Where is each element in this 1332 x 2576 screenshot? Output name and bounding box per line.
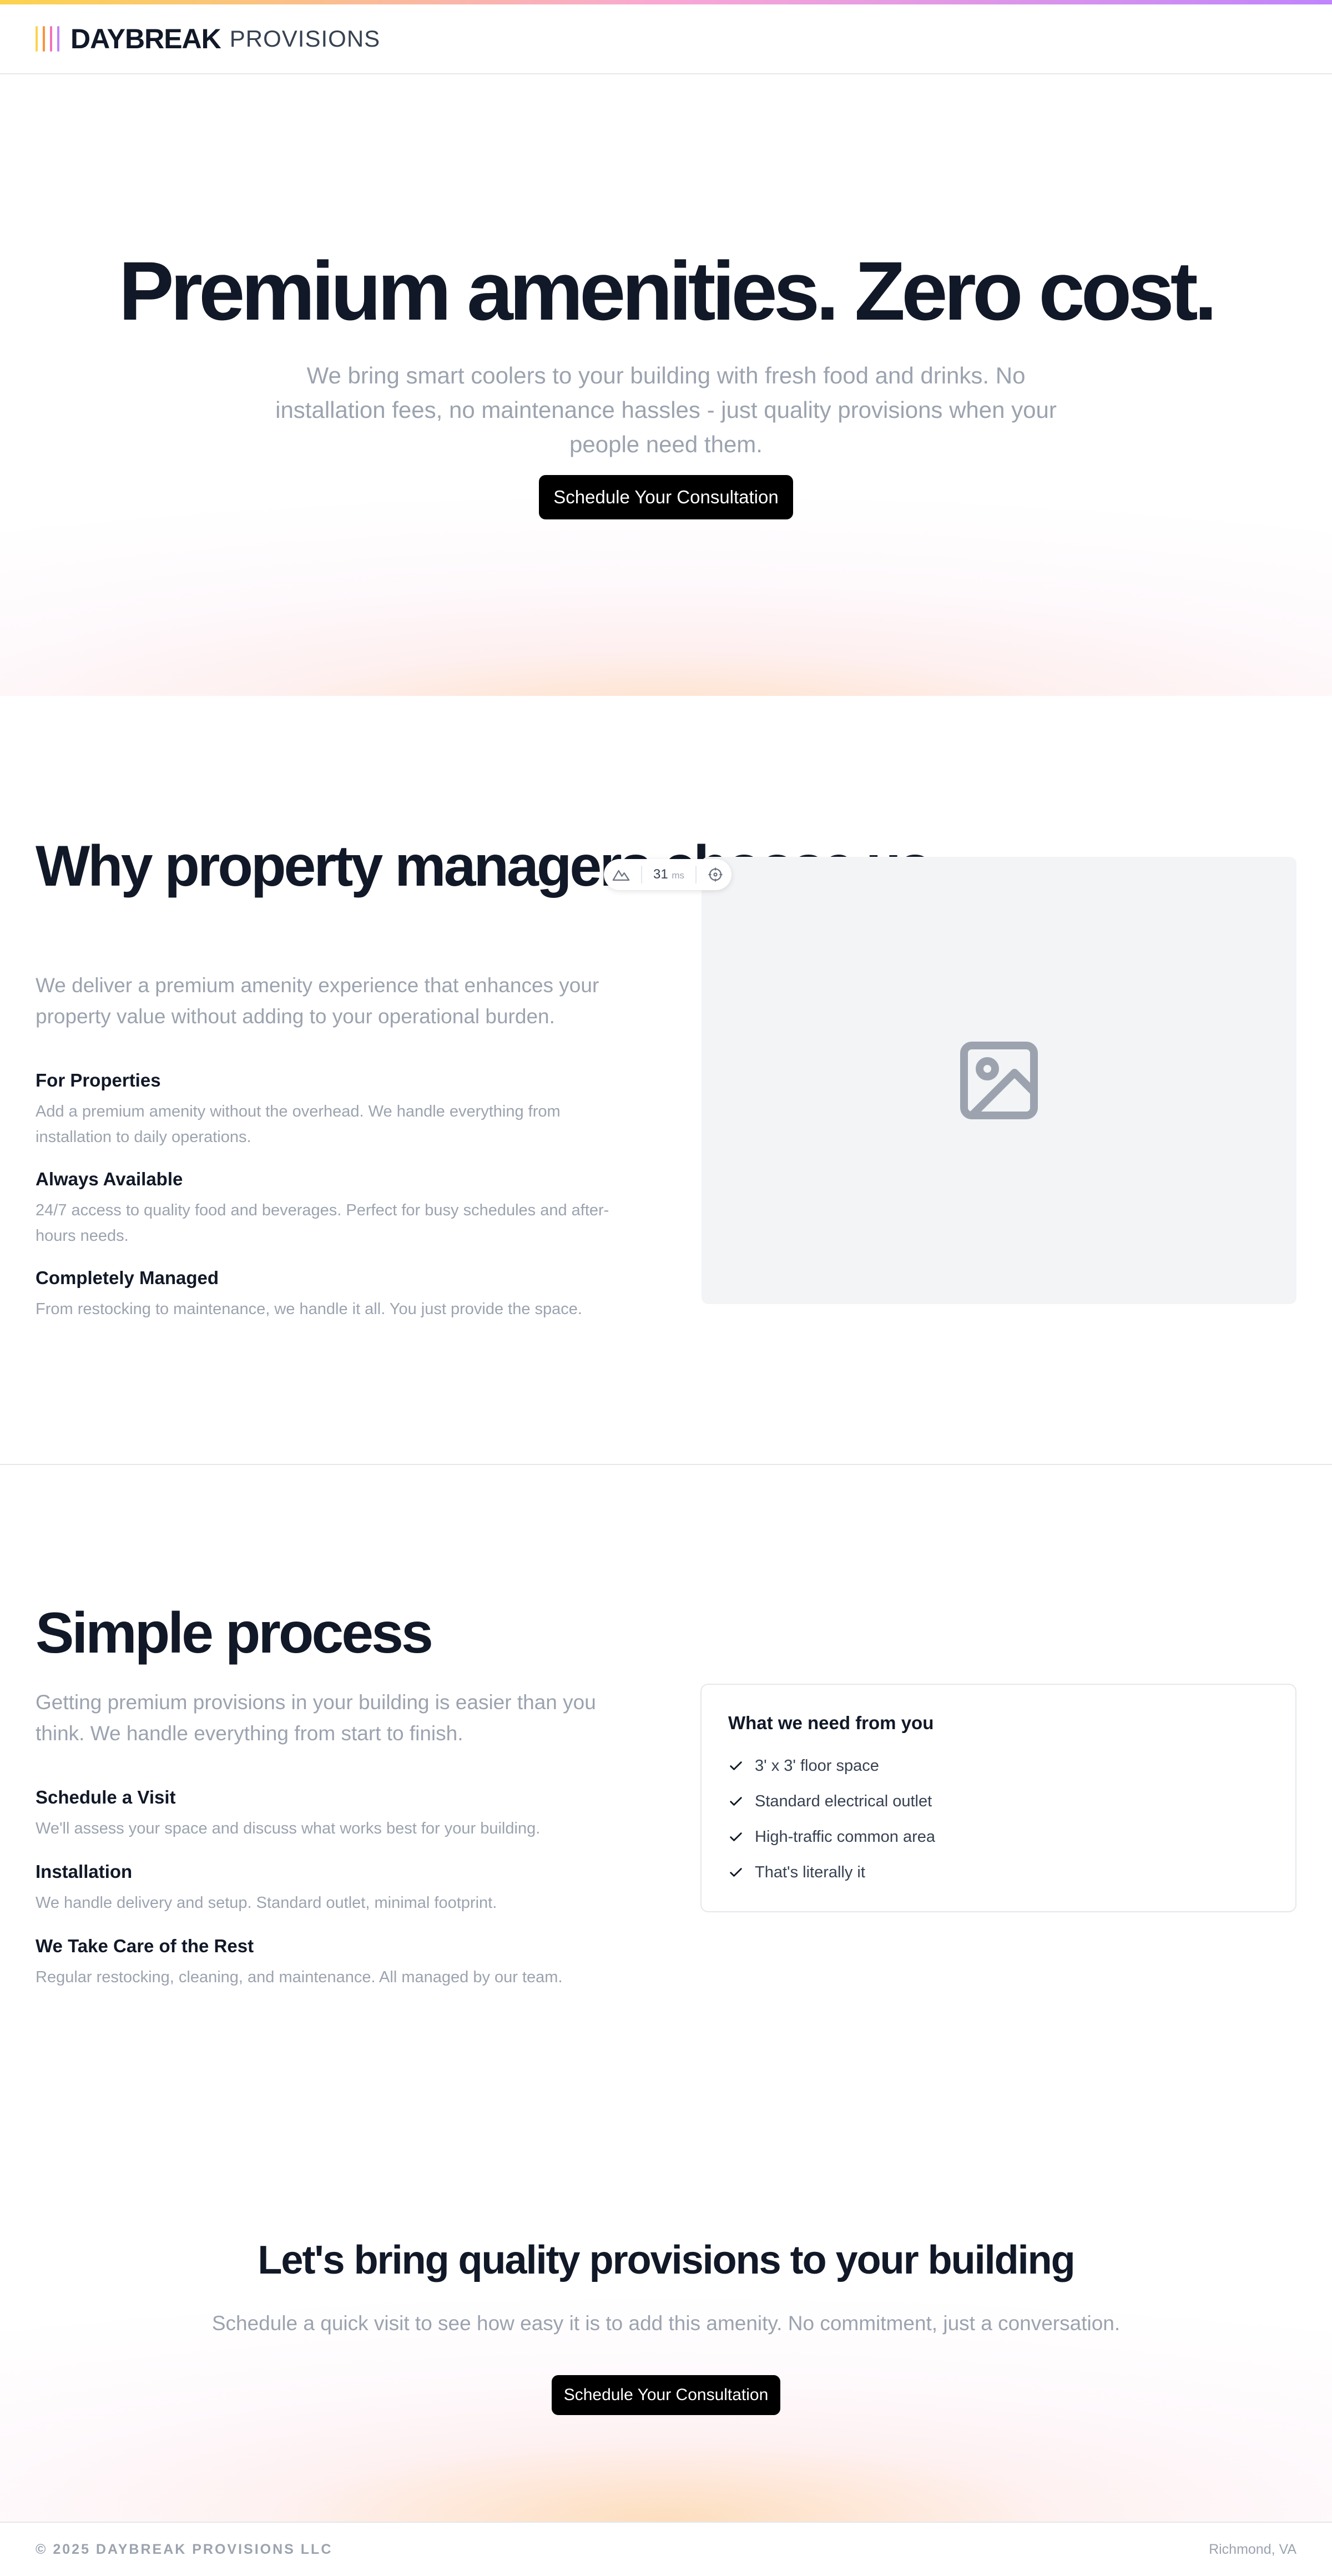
hero-subtitle: We bring smart coolers to your building … (275, 362, 1057, 457)
feature-item: Completely Managed From restocking to ma… (36, 1267, 635, 1322)
requirement-label: High-traffic common area (755, 1827, 936, 1846)
feature-text: Add a premium amenity without the overhe… (36, 1103, 561, 1146)
requirements-title: What we need from you (728, 1713, 934, 1733)
requirement-item: Standard electrical outlet (728, 1784, 1269, 1819)
toolbar-divider (695, 866, 697, 883)
process-title: Simple process (36, 1601, 433, 1665)
location-text: Richmond, VA (1209, 2542, 1296, 2557)
process-step: Installation We handle delivery and setu… (36, 1861, 635, 1916)
top-gradient-strip (0, 0, 1332, 4)
site-footer: © 2025 DAYBREAK PROVISIONS LLC Richmond,… (0, 2522, 1332, 2576)
check-icon (730, 1832, 742, 1841)
brand-name[interactable]: DAYBREAK (70, 23, 221, 55)
feature-title: Completely Managed (36, 1267, 219, 1288)
requirement-item: That's literally it (728, 1855, 1269, 1890)
requirement-item: High-traffic common area (728, 1819, 1269, 1855)
why-lead: We deliver a premium amenity experience … (36, 974, 599, 1028)
dev-toolbar[interactable]: 31 ms (604, 859, 731, 890)
cta-section: Let's bring quality provisions to your b… (0, 2021, 1332, 2522)
requirement-label: 3' x 3' floor space (755, 1756, 879, 1775)
requirements-card: What we need from you 3' x 3' floor spac… (700, 1684, 1296, 1912)
cta-subtitle: Schedule a quick visit to see how easy i… (211, 2312, 1121, 2335)
hero-section: Premium amenities. Zero cost. We bring s… (0, 75, 1332, 696)
step-title: Schedule a Visit (36, 1787, 176, 1807)
image-placeholder (702, 857, 1296, 1304)
feature-item: Always Available 24/7 access to quality … (36, 1169, 635, 1249)
requirement-label: Standard electrical outlet (755, 1792, 932, 1810)
schedule-consultation-button[interactable]: Schedule Your Consultation (539, 475, 793, 519)
step-text: Regular restocking, cleaning, and mainte… (36, 1968, 563, 1986)
process-section: Simple process Getting premium provision… (0, 1466, 1332, 2021)
render-time-unit: ms (672, 870, 685, 881)
render-time-value: 31 (653, 867, 668, 882)
crosshair-icon[interactable] (707, 866, 724, 883)
toolbar-divider (641, 866, 643, 883)
feature-title: Always Available (36, 1169, 183, 1189)
feature-text: From restocking to maintenance, we handl… (36, 1300, 582, 1318)
feature-item: For Properties Add a premium amenity wit… (36, 1070, 635, 1150)
requirement-item: 3' x 3' floor space (728, 1748, 1269, 1784)
process-step: We Take Care of the Rest Regular restock… (36, 1936, 635, 1990)
requirement-label: That's literally it (755, 1863, 865, 1881)
step-title: We Take Care of the Rest (36, 1936, 254, 1956)
step-text: We'll assess your space and discuss what… (36, 1820, 541, 1837)
step-title: Installation (36, 1861, 133, 1882)
feature-title: For Properties (36, 1070, 161, 1090)
mountain-icon[interactable] (612, 867, 630, 882)
logo-bars-icon (36, 26, 59, 52)
process-step: Schedule a Visit We'll assess your space… (36, 1787, 635, 1841)
check-icon (730, 1797, 742, 1806)
schedule-consultation-button-bottom[interactable]: Schedule Your Consultation (552, 2375, 780, 2415)
image-placeholder-icon (960, 1042, 1038, 1119)
hero-title: Premium amenities. Zero cost. (118, 244, 1218, 337)
site-header: DAYBREAK PROVISIONS (0, 4, 1332, 74)
feature-text: 24/7 access to quality food and beverage… (36, 1201, 609, 1245)
brand-subtitle[interactable]: PROVISIONS (230, 26, 380, 52)
cta-title: Let's bring quality provisions to your b… (258, 2238, 1075, 2282)
check-icon (730, 1868, 742, 1877)
step-text: We handle delivery and setup. Standard o… (36, 1894, 497, 1912)
copyright-text: © 2025 DAYBREAK PROVISIONS LLC (36, 2542, 333, 2557)
check-icon (730, 1761, 742, 1770)
render-time-readout: 31 ms (653, 867, 684, 882)
why-section: Why property managers choose us We deliv… (0, 696, 1332, 1465)
process-lead: Getting premium provisions in your build… (36, 1691, 596, 1745)
